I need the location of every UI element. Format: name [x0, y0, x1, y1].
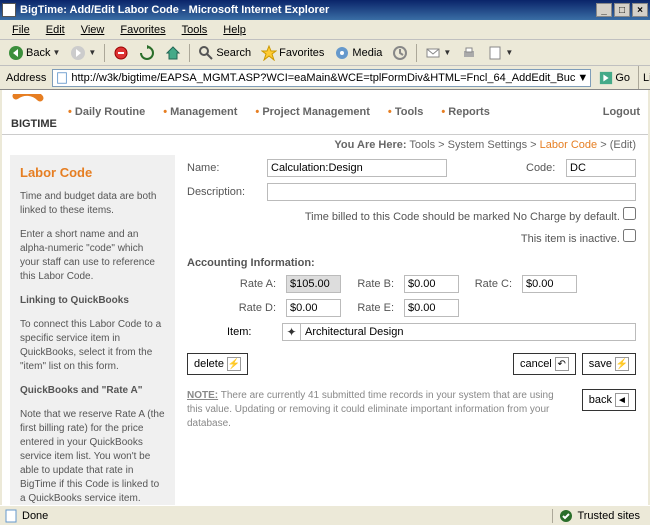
- bigtime-logo: BIGTIME: [10, 94, 60, 130]
- no-charge-checkbox[interactable]: [623, 207, 636, 220]
- delete-icon: ⚡: [227, 357, 241, 371]
- page-content: BIGTIME Daily Routine Management Project…: [0, 90, 650, 505]
- breadcrumb-system-settings[interactable]: System Settings: [448, 139, 527, 151]
- status-text: Done: [22, 510, 48, 522]
- menu-view[interactable]: View: [73, 22, 113, 38]
- back-arrow-icon: [8, 45, 24, 61]
- print-icon: [461, 45, 477, 61]
- rate-a-input: [286, 275, 341, 293]
- edit-button[interactable]: ▼: [483, 43, 517, 63]
- back-button[interactable]: Back ▼: [4, 43, 64, 63]
- address-bar: Address http://w3k/bigtime/EAPSA_MGMT.AS…: [0, 66, 650, 90]
- security-zone: Trusted sites: [552, 509, 646, 523]
- go-button[interactable]: Go: [595, 71, 634, 85]
- nav-project-management[interactable]: Project Management: [255, 106, 370, 118]
- menu-file[interactable]: File: [4, 22, 38, 38]
- rate-b-input[interactable]: [404, 275, 459, 293]
- history-icon: [392, 45, 408, 61]
- mail-icon: [425, 45, 441, 61]
- forward-arrow-icon: [70, 45, 86, 61]
- rate-c-input[interactable]: [522, 275, 577, 293]
- nav-reports[interactable]: Reports: [441, 106, 489, 118]
- media-button[interactable]: Media: [330, 43, 386, 63]
- window-titlebar: BigTime: Add/Edit Labor Code - Microsoft…: [0, 0, 650, 20]
- links-label[interactable]: Links: [638, 66, 650, 89]
- address-input[interactable]: http://w3k/bigtime/EAPSA_MGMT.ASP?WCI=ea…: [52, 69, 591, 87]
- search-button[interactable]: Search: [194, 43, 255, 63]
- history-button[interactable]: [388, 43, 412, 63]
- menu-favorites[interactable]: Favorites: [112, 22, 173, 38]
- labor-code-form: Name: Code: Description: Time billed to …: [183, 155, 640, 505]
- trusted-icon: [559, 509, 573, 523]
- window-title: BigTime: Add/Edit Labor Code - Microsoft…: [20, 4, 329, 16]
- item-label: Item:: [227, 326, 282, 338]
- print-button[interactable]: [457, 43, 481, 63]
- favorites-button[interactable]: Favorites: [257, 43, 328, 63]
- item-picker-icon[interactable]: ✦: [283, 324, 301, 340]
- delete-button[interactable]: delete⚡: [187, 353, 248, 375]
- breadcrumb-edit: (Edit): [610, 139, 636, 151]
- search-icon: [198, 45, 214, 61]
- dropdown-icon: ▼: [88, 48, 96, 57]
- maximize-button[interactable]: □: [614, 3, 630, 17]
- accounting-section-header: Accounting Information:: [187, 257, 636, 269]
- dropdown-icon[interactable]: ▼: [577, 72, 588, 84]
- note-text: NOTE: There are currently 41 submitted t…: [187, 389, 572, 431]
- home-icon: [165, 45, 181, 61]
- menu-edit[interactable]: Edit: [38, 22, 73, 38]
- breadcrumb-tools[interactable]: Tools: [409, 139, 435, 151]
- item-picker[interactable]: ✦ Architectural Design: [282, 323, 636, 341]
- name-label: Name:: [187, 162, 267, 174]
- nav-tools[interactable]: Tools: [388, 106, 423, 118]
- menu-tools[interactable]: Tools: [174, 22, 216, 38]
- mail-button[interactable]: ▼: [421, 43, 455, 63]
- name-input[interactable]: [267, 159, 447, 177]
- rate-e-input[interactable]: [404, 299, 459, 317]
- rate-d-input[interactable]: [286, 299, 341, 317]
- stop-icon: [113, 45, 129, 61]
- back-button[interactable]: back◄: [582, 389, 636, 411]
- svg-text:BIGTIME: BIGTIME: [11, 118, 57, 130]
- cancel-button[interactable]: cancel↶: [513, 353, 576, 375]
- edit-icon: [487, 45, 503, 61]
- nav-daily-routine[interactable]: Daily Routine: [68, 106, 145, 118]
- home-button[interactable]: [161, 43, 185, 63]
- minimize-button[interactable]: _: [596, 3, 612, 17]
- save-icon: ⚡: [615, 357, 629, 371]
- forward-button[interactable]: ▼: [66, 43, 100, 63]
- sidebar-title: Labor Code: [20, 165, 165, 180]
- stop-button[interactable]: [109, 43, 133, 63]
- app-nav: BIGTIME Daily Routine Management Project…: [2, 90, 648, 135]
- status-bar: Done Trusted sites: [0, 505, 650, 525]
- help-sidebar: Labor Code Time and budget data are both…: [10, 155, 175, 505]
- star-icon: [261, 45, 277, 61]
- dropdown-icon: ▼: [52, 48, 60, 57]
- address-label: Address: [4, 72, 48, 84]
- logout-link[interactable]: Logout: [603, 106, 640, 118]
- browser-toolbar: Back ▼ ▼ Search Favorites Media ▼ ▼: [0, 40, 650, 66]
- close-button[interactable]: ×: [632, 3, 648, 17]
- go-icon: [599, 71, 613, 85]
- menu-bar: File Edit View Favorites Tools Help: [0, 20, 650, 40]
- breadcrumb-labor-code[interactable]: Labor Code: [540, 139, 598, 151]
- page-icon: [55, 71, 69, 85]
- code-input[interactable]: [566, 159, 636, 177]
- description-label: Description:: [187, 186, 267, 198]
- back-arrow-icon: ◄: [615, 393, 629, 407]
- refresh-button[interactable]: [135, 43, 159, 63]
- ie-icon: [2, 3, 16, 17]
- nav-management[interactable]: Management: [163, 106, 237, 118]
- menu-help[interactable]: Help: [215, 22, 254, 38]
- save-button[interactable]: save⚡: [582, 353, 636, 375]
- description-input[interactable]: [267, 183, 636, 201]
- inactive-checkbox[interactable]: [623, 229, 636, 242]
- breadcrumb: You Are Here: Tools > System Settings > …: [2, 135, 648, 155]
- undo-icon: ↶: [555, 357, 569, 371]
- code-label: Code:: [526, 162, 566, 174]
- page-icon: [4, 509, 18, 523]
- media-icon: [334, 45, 350, 61]
- refresh-icon: [139, 45, 155, 61]
